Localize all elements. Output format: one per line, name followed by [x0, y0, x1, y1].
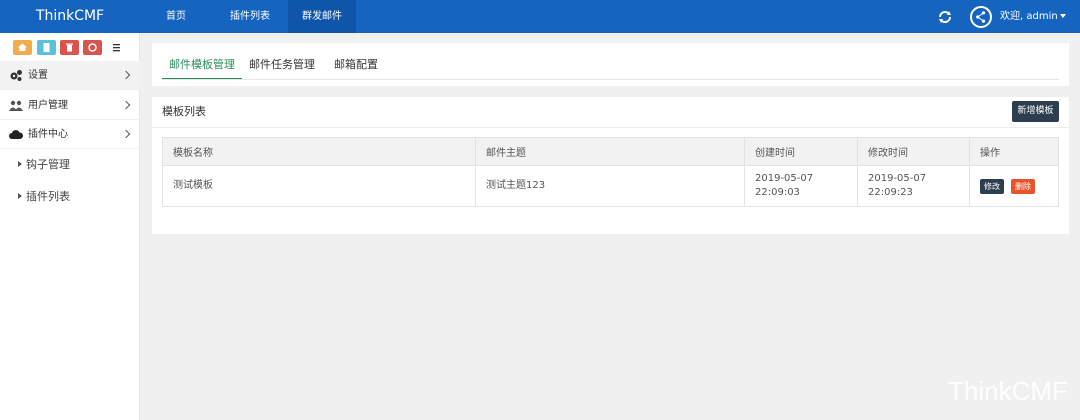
- sidebar-item-users[interactable]: 用户管理: [0, 91, 140, 120]
- sidebar-subitem-plugin-list[interactable]: 插件列表: [0, 182, 140, 212]
- chevron-right-icon: [121, 100, 131, 110]
- add-template-button[interactable]: 新增模板: [1012, 101, 1059, 122]
- column-header: 模板名称: [162, 137, 476, 166]
- users-icon: [9, 100, 23, 111]
- caret-right-icon: [18, 193, 22, 199]
- sidebar-item-label: 用户管理: [28, 100, 68, 111]
- caret-down-icon: [1059, 14, 1066, 18]
- top-navbar: ThinkCMF 首页 插件列表 群发邮件 欢迎, admin: [0, 0, 1080, 33]
- user-label: 欢迎, admin: [1000, 11, 1058, 22]
- column-header: 修改时间: [857, 137, 970, 166]
- sidebar-item-label: 插件中心: [28, 129, 68, 140]
- sidebar-item-settings[interactable]: 设置: [0, 61, 140, 90]
- chevron-right-icon: [121, 70, 131, 80]
- trash-icon[interactable]: [60, 40, 79, 55]
- tab-template-management[interactable]: 邮件模板管理: [162, 51, 242, 80]
- card-title: 模板列表: [162, 105, 206, 118]
- home-icon[interactable]: [13, 40, 32, 55]
- sidebar-subitem-hooks[interactable]: 钩子管理: [0, 150, 140, 180]
- created-date: 2019-05-07: [755, 173, 814, 184]
- actions-cell: 修改 删除: [969, 165, 1059, 207]
- delete-button[interactable]: 删除: [1011, 178, 1035, 194]
- created-time-cell: 2019-05-07 22:09:03: [744, 165, 858, 207]
- nav-mass-mail[interactable]: 群发邮件: [288, 0, 356, 33]
- sidebar-item-plugin-center[interactable]: 插件中心: [0, 120, 140, 149]
- refresh-icon[interactable]: [937, 9, 953, 25]
- cloud-icon: [9, 130, 23, 139]
- edit-button[interactable]: 修改: [980, 178, 1004, 194]
- tabs-divider: [162, 79, 1059, 80]
- column-header: 邮件主题: [475, 137, 745, 166]
- nav-plugin-list[interactable]: 插件列表: [220, 0, 280, 33]
- file-icon[interactable]: [37, 40, 56, 55]
- chevron-right-icon: [121, 129, 131, 139]
- modified-date: 2019-05-07: [868, 173, 927, 184]
- gears-icon: [10, 70, 22, 81]
- sidebar: 设置 用户管理 插件中心 钩子管理 插件列表: [0, 33, 140, 420]
- divider: [152, 127, 1069, 128]
- created-clock: 22:09:03: [755, 187, 800, 198]
- template-subject-cell: 测试主题123: [475, 165, 745, 207]
- tab-task-management[interactable]: 邮件任务管理: [248, 51, 316, 80]
- list-icon[interactable]: [107, 40, 126, 55]
- column-header: 创建时间: [744, 137, 858, 166]
- user-menu[interactable]: 欢迎, admin: [1000, 0, 1066, 33]
- template-name-cell: 测试模板: [162, 165, 476, 207]
- nav-home[interactable]: 首页: [150, 0, 202, 33]
- watermark: ThinkCMF: [948, 376, 1068, 406]
- modified-clock: 22:09:23: [868, 187, 913, 198]
- template-table: 模板名称 邮件主题 创建时间 修改时间 操作 测试模板 测试主题123 2019…: [162, 137, 1059, 207]
- template-list-card: 模板列表 新增模板 模板名称 邮件主题 创建时间 修改时间 操作 测试模板 测试…: [152, 97, 1069, 234]
- column-header: 操作: [969, 137, 1059, 166]
- sidebar-subitem-label: 钩子管理: [26, 158, 70, 171]
- sidebar-subitem-label: 插件列表: [26, 190, 70, 203]
- table-row: 测试模板 测试主题123 2019-05-07 22:09:03 2019-05…: [162, 165, 1059, 207]
- modified-time-cell: 2019-05-07 22:09:23: [857, 165, 970, 207]
- caret-right-icon: [18, 161, 22, 167]
- tab-mailbox-config[interactable]: 邮箱配置: [328, 51, 384, 80]
- tabs-panel: 邮件模板管理 邮件任务管理 邮箱配置: [152, 43, 1069, 86]
- recycle-icon[interactable]: [83, 40, 102, 55]
- table-header-row: 模板名称 邮件主题 创建时间 修改时间 操作: [162, 137, 1059, 166]
- avatar[interactable]: [970, 6, 992, 28]
- brand-logo[interactable]: ThinkCMF: [0, 0, 140, 33]
- sidebar-item-label: 设置: [28, 70, 48, 81]
